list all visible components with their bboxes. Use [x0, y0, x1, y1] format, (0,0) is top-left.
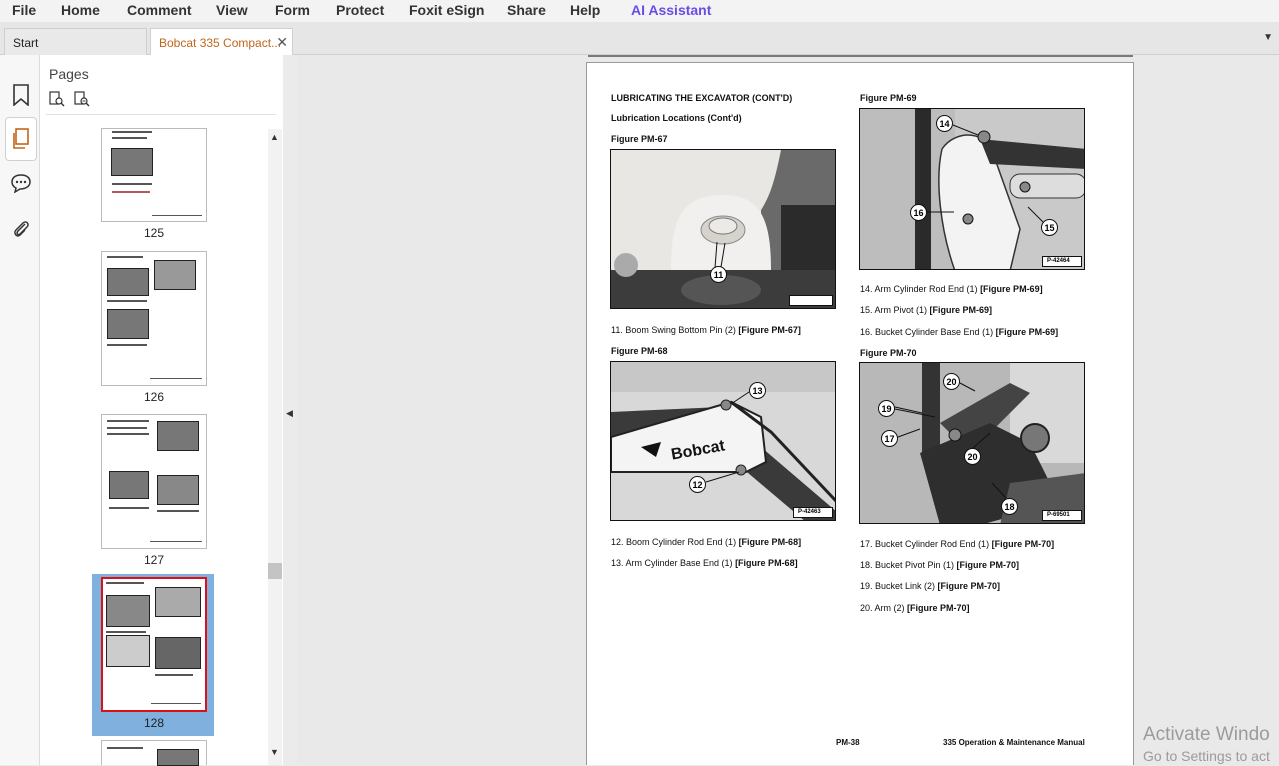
figure-code-box: P-42463 [793, 507, 833, 518]
menu-ai-assistant[interactable]: AI Assistant [631, 2, 711, 18]
page-number-label: 127 [143, 553, 165, 567]
menu-protect[interactable]: Protect [336, 2, 384, 18]
footer-manual-title: 335 Operation & Maintenance Manual [943, 738, 1085, 747]
list-item-15: 15. Arm Pivot (1) [Figure PM-69] [860, 305, 993, 315]
activation-watermark-title: Activate Windo [1143, 724, 1270, 745]
figure-title: Figure PM-67 [611, 134, 668, 144]
tab-document-label: Bobcat 335 Compact... [159, 36, 282, 50]
collapse-arrow-icon[interactable]: ◀ [286, 408, 293, 419]
figure-pm-70: 20 19 17 20 18 P-69501 [859, 362, 1085, 524]
list-item-12: 12. Boom Cylinder Rod End (1) [Figure PM… [611, 537, 802, 547]
menu-file[interactable]: File [12, 2, 36, 18]
pages-panel-title: Pages [49, 66, 89, 82]
list-item-11: 11. Boom Swing Bottom Pin (2) [Figure PM… [611, 325, 801, 335]
page-number-label: 128 [143, 716, 165, 730]
page-options-icon[interactable] [49, 91, 65, 107]
list-item-18: 18. Bucket Pivot Pin (1) [Figure PM-70] [860, 560, 1020, 570]
figure-pm-68: Bobcat 13 12 P-42463 [610, 361, 836, 521]
scroll-down-icon[interactable]: ▼ [270, 747, 279, 757]
document-viewer: LUBRICATING THE EXCAVATOR (CONT'D) Lubri… [297, 55, 1279, 765]
scroll-up-icon[interactable]: ▲ [270, 132, 279, 142]
pages-panel: Pages 125 126 127 128 ▲ ▼ [40, 55, 283, 766]
menu-view[interactable]: View [216, 2, 248, 18]
panel-collapse-handle[interactable]: ◀ [283, 55, 297, 765]
figure-code-box: P-42464 [1042, 256, 1082, 267]
navigation-rail [0, 55, 40, 765]
tab-start-label: Start [13, 36, 39, 50]
page-number-label: 126 [143, 390, 165, 404]
close-icon[interactable]: ✕ [276, 34, 288, 51]
figure-title: Figure PM-69 [860, 93, 917, 103]
tab-document[interactable]: Bobcat 335 Compact... ✕ [150, 28, 293, 55]
section-heading: LUBRICATING THE EXCAVATOR (CONT'D) [611, 93, 793, 103]
page-zoom-icon[interactable] [74, 91, 90, 107]
pdf-page: LUBRICATING THE EXCAVATOR (CONT'D) Lubri… [586, 62, 1134, 765]
list-item-17: 17. Bucket Cylinder Rod End (1) [Figure … [860, 539, 1055, 549]
menu-esign[interactable]: Foxit eSign [409, 2, 484, 18]
menu-home[interactable]: Home [61, 2, 100, 18]
menu-help[interactable]: Help [570, 2, 600, 18]
figure-code-box: P-69501 [1042, 510, 1082, 521]
list-item-16: 16. Bucket Cylinder Base End (1) [Figure… [860, 327, 1059, 337]
menu-form[interactable]: Form [275, 2, 310, 18]
figure-pm-67: 11 [610, 149, 836, 309]
list-item-19: 19. Bucket Link (2) [Figure PM-70] [860, 581, 1001, 591]
page-thumbnail-125[interactable] [101, 128, 207, 222]
list-item-14: 14. Arm Cylinder Rod End (1) [Figure PM-… [860, 284, 1043, 294]
figure-title: Figure PM-68 [611, 346, 668, 356]
page-thumbnail-126[interactable] [101, 251, 207, 386]
page-number-label: 125 [143, 226, 165, 240]
menu-share[interactable]: Share [507, 2, 546, 18]
page-thumbnail-129[interactable] [101, 740, 207, 766]
comment-icon[interactable] [5, 165, 37, 201]
figure-title: Figure PM-70 [860, 348, 917, 358]
bookmark-icon[interactable] [5, 77, 37, 113]
tab-bar: Start Bobcat 335 Compact... ✕ ▼ [0, 22, 1279, 55]
panel-divider [46, 114, 276, 115]
page-thumbnail-128[interactable] [101, 577, 207, 712]
footer-page-number: PM-38 [836, 738, 860, 747]
figure-code-box [789, 295, 833, 306]
attachment-icon[interactable] [5, 211, 37, 247]
activation-watermark-subtitle: Go to Settings to act [1143, 748, 1270, 764]
pages-scrollbar[interactable]: ▲ ▼ [268, 129, 282, 765]
list-item-20: 20. Arm (2) [Figure PM-70] [860, 603, 970, 613]
previous-page-edge [588, 55, 1133, 57]
section-subheading: Lubrication Locations (Cont'd) [611, 113, 742, 123]
scrollbar-thumb[interactable] [268, 563, 282, 579]
pages-icon[interactable] [5, 117, 37, 161]
figure-pm-69: 14 16 15 P-42464 [859, 108, 1085, 270]
tabs-dropdown-icon[interactable]: ▼ [1263, 32, 1273, 43]
list-item-13: 13. Arm Cylinder Base End (1) [Figure PM… [611, 558, 798, 568]
page-thumbnail-127[interactable] [101, 414, 207, 549]
tab-start[interactable]: Start [4, 28, 147, 55]
menu-comment[interactable]: Comment [127, 2, 192, 18]
menu-bar: File Home Comment View Form Protect Foxi… [0, 0, 1279, 22]
